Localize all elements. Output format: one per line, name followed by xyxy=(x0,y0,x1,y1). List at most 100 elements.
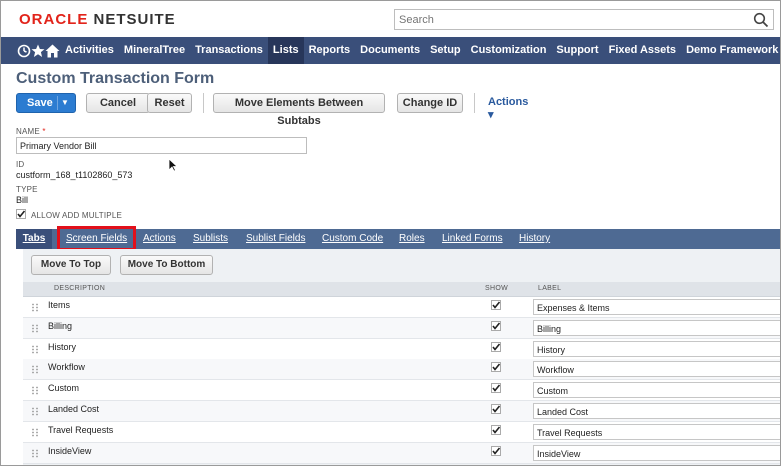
drag-handle-icon[interactable] xyxy=(31,365,39,374)
nav-mineraltree[interactable]: MineralTree xyxy=(119,37,190,64)
table-row[interactable]: Travel Requests Travel Requests xyxy=(23,421,780,443)
show-checkbox[interactable] xyxy=(491,424,501,435)
search-icon[interactable] xyxy=(753,12,769,28)
logo-netsuite-text: NETSUITE xyxy=(93,11,176,28)
table-row[interactable]: InsideView InsideView xyxy=(23,442,780,464)
save-button[interactable]: Save ▼ xyxy=(16,93,76,113)
toolbar-divider xyxy=(203,93,204,113)
column-label: LABEL xyxy=(538,285,562,292)
nav-reports[interactable]: Reports xyxy=(304,37,356,64)
table-row[interactable]: History History xyxy=(23,338,780,360)
nav-setup[interactable]: Setup xyxy=(425,37,466,64)
move-elements-button[interactable]: Move Elements Between Subtabs xyxy=(213,93,385,127)
subtab-linked-forms[interactable]: Linked Forms xyxy=(442,229,503,249)
screen-fields-highlight-box xyxy=(57,226,136,251)
recent-icon xyxy=(17,44,31,57)
label-input[interactable]: Landed Cost xyxy=(533,403,780,419)
page-title: Custom Transaction Form xyxy=(16,70,215,87)
label-input[interactable]: Expenses & Items xyxy=(533,299,780,315)
home-button[interactable] xyxy=(45,37,60,64)
cancel-button[interactable]: Cancel xyxy=(86,93,150,113)
row-description: History xyxy=(48,341,77,352)
id-value: custform_168_t1102860_573 xyxy=(16,170,133,180)
row-description: Billing xyxy=(48,320,73,331)
table-header: DESCRIPTION SHOW LABEL xyxy=(23,282,780,297)
drag-handle-icon[interactable] xyxy=(31,428,39,437)
row-description: InsideView xyxy=(48,445,92,456)
name-label-text: NAME xyxy=(16,127,40,136)
change-id-button[interactable]: Change ID xyxy=(397,93,463,113)
label-input[interactable]: Custom xyxy=(533,382,780,399)
type-field-label: TYPE xyxy=(16,185,38,194)
show-checkbox[interactable] xyxy=(491,362,501,373)
name-field[interactable]: Primary Vendor Bill xyxy=(16,137,307,154)
subtab-history[interactable]: History xyxy=(519,229,550,249)
subtab-roles[interactable]: Roles xyxy=(399,229,425,249)
move-to-top-button[interactable]: Move To Top xyxy=(31,255,111,275)
show-checkbox[interactable] xyxy=(491,445,501,456)
label-input[interactable]: Billing xyxy=(533,319,780,336)
recent-records-button[interactable] xyxy=(17,37,31,64)
drag-handle-icon[interactable] xyxy=(31,386,39,395)
label-input[interactable]: Travel Requests xyxy=(533,423,780,440)
table-row[interactable]: Custom Custom xyxy=(23,380,780,402)
table-row[interactable]: Workflow Workflow xyxy=(23,359,780,381)
nav-lists[interactable]: Lists xyxy=(267,37,304,64)
global-search xyxy=(394,9,774,30)
label-input[interactable]: History xyxy=(533,340,780,357)
label-input[interactable]: InsideView xyxy=(533,444,780,461)
type-value: Bill xyxy=(16,195,29,205)
row-description: Items xyxy=(48,300,71,310)
table-row[interactable]: Items Expenses & Items xyxy=(23,297,780,318)
nav-fixed-assets[interactable]: Fixed Assets xyxy=(604,37,681,64)
nav-customization[interactable]: Customization xyxy=(466,37,552,64)
reset-button[interactable]: Reset xyxy=(147,93,192,113)
nav-support[interactable]: Support xyxy=(551,37,603,64)
top-header: ORACLE NETSUITE xyxy=(1,1,780,37)
shortcuts-button[interactable] xyxy=(31,37,45,64)
column-show: SHOW xyxy=(485,285,508,292)
id-field-label: ID xyxy=(16,160,25,169)
subtab-custom-code[interactable]: Custom Code xyxy=(322,229,383,249)
star-icon xyxy=(31,44,45,57)
drag-handle-icon[interactable] xyxy=(31,407,39,416)
show-checkbox[interactable] xyxy=(491,341,501,352)
main-nav: Activities MineralTree Transactions List… xyxy=(1,37,780,64)
show-checkbox[interactable] xyxy=(491,300,501,310)
subtab-tabs[interactable]: Tabs xyxy=(16,229,52,249)
show-checkbox[interactable] xyxy=(491,404,501,414)
drag-handle-icon[interactable] xyxy=(31,324,39,333)
subtab-actions[interactable]: Actions xyxy=(143,229,176,249)
drag-handle-icon[interactable] xyxy=(31,345,39,354)
save-dropdown-icon[interactable]: ▼ xyxy=(61,94,69,112)
drag-handle-icon[interactable] xyxy=(31,303,39,312)
row-description: Workflow xyxy=(48,362,85,373)
allow-add-multiple-checkbox[interactable] xyxy=(16,209,26,219)
required-mark: * xyxy=(42,127,46,136)
table-row[interactable]: Landed Cost Landed Cost xyxy=(23,401,780,422)
actions-menu[interactable]: Actions ▾ xyxy=(488,96,528,121)
drag-handle-icon[interactable] xyxy=(31,449,39,458)
row-description: Landed Cost xyxy=(48,404,100,414)
show-checkbox[interactable] xyxy=(491,383,501,394)
nav-documents[interactable]: Documents xyxy=(355,37,425,64)
nav-activities[interactable]: Activities xyxy=(60,37,119,64)
label-input[interactable]: Workflow xyxy=(533,361,780,378)
row-description: Travel Requests xyxy=(48,424,114,435)
toolbar-divider xyxy=(474,93,475,113)
subtab-sublists[interactable]: Sublists xyxy=(193,229,228,249)
home-icon xyxy=(45,44,60,57)
subtab-sublist-fields[interactable]: Sublist Fields xyxy=(246,229,305,249)
netsuite-logo[interactable]: ORACLE NETSUITE xyxy=(19,11,176,28)
move-to-bottom-button[interactable]: Move To Bottom xyxy=(120,255,213,275)
search-input[interactable] xyxy=(395,10,739,30)
mouse-cursor-icon xyxy=(168,158,178,172)
nav-demo-framework[interactable]: Demo Framework xyxy=(681,37,780,64)
app-frame: ORACLE NETSUITE Search Activities Minera… xyxy=(0,0,781,466)
table-row[interactable]: Billing Billing xyxy=(23,317,780,339)
nav-transactions[interactable]: Transactions xyxy=(190,37,268,64)
save-button-divider xyxy=(57,96,58,110)
column-description: DESCRIPTION xyxy=(54,285,106,292)
show-checkbox[interactable] xyxy=(491,320,501,331)
name-field-label: NAME * xyxy=(16,127,46,136)
